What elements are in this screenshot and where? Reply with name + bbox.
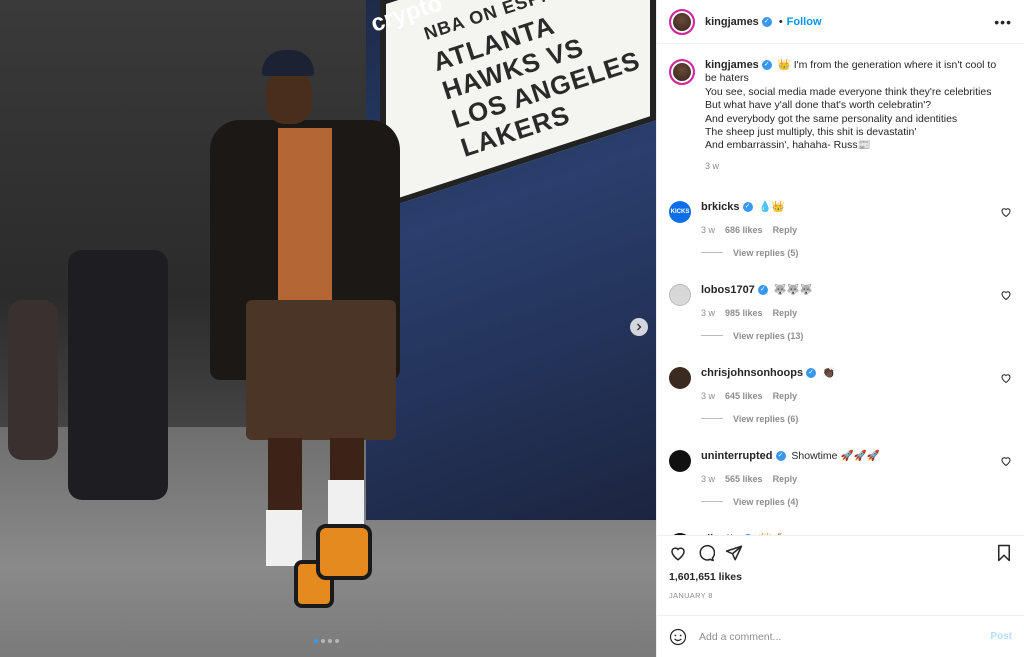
post-sidebar: kingjames ✓ • Follow ••• kingjames ✓ 👑 I'… xyxy=(656,0,1024,657)
carousel-dot xyxy=(328,639,332,643)
comment-username[interactable]: uninterrupted xyxy=(701,450,773,462)
comment-item: lobos1707 ✓ 🐺🐺🐺 3 w 985 likes Reply View repl… xyxy=(669,283,1012,341)
author-avatar[interactable] xyxy=(669,8,695,35)
post-actions: 1,601,651 likes JANUARY 8 xyxy=(657,535,1024,613)
replies-dash xyxy=(701,501,723,503)
person-shorts xyxy=(246,300,396,440)
comment-reply-button[interactable]: Reply xyxy=(773,308,798,318)
comment-likes[interactable]: 565 likes xyxy=(725,474,763,484)
person-cap xyxy=(262,50,314,76)
comment-username[interactable]: brkicks xyxy=(701,201,740,213)
view-replies-button[interactable]: View replies (6) xyxy=(701,414,991,424)
likes-count[interactable]: 1,601,651 likes xyxy=(669,571,1012,583)
view-replies-button[interactable]: View replies (13) xyxy=(701,331,991,341)
comment-avatar[interactable] xyxy=(669,366,691,389)
caption-username[interactable]: kingjames xyxy=(705,59,759,71)
like-heart-icon[interactable] xyxy=(669,544,687,562)
carousel-dots xyxy=(314,639,339,643)
comment-like-heart-icon[interactable] xyxy=(1000,206,1012,218)
verified-badge-icon: ✓ xyxy=(757,285,768,296)
verified-badge-icon: ✓ xyxy=(775,451,786,462)
comment-username[interactable]: chrisjohnsonhoops xyxy=(701,367,803,379)
more-options-icon[interactable]: ••• xyxy=(994,14,1012,30)
comment-item: KICKS brkicks ✓ 💧👑 3 w 686 likes Reply View re… xyxy=(669,200,1012,258)
comment-reply-button[interactable]: Reply xyxy=(773,391,798,401)
post-date: JANUARY 8 xyxy=(669,591,713,600)
comment-time: 3 w xyxy=(701,473,716,484)
carousel-dot xyxy=(314,639,318,643)
view-replies-label: View replies (13) xyxy=(733,330,804,341)
comment-avatar[interactable] xyxy=(669,283,691,306)
verified-badge-icon: ✓ xyxy=(761,60,772,71)
view-replies-button[interactable]: View replies (5) xyxy=(701,248,991,258)
caption-text: kingjames ✓ 👑 I'm from the generation whe… xyxy=(705,59,1005,153)
comments-list[interactable]: kingjames ✓ 👑 I'm from the generation whe… xyxy=(657,45,1024,535)
carousel-dot xyxy=(321,639,325,643)
comment-time: 3 w xyxy=(701,307,716,318)
comment-likes[interactable]: 645 likes xyxy=(725,391,763,401)
caption-time: 3 w xyxy=(705,160,720,171)
comment-avatar[interactable] xyxy=(669,449,691,472)
bookmark-icon[interactable] xyxy=(996,544,1012,562)
comment-text: 👏🏿 xyxy=(821,366,836,379)
replies-dash xyxy=(701,335,723,337)
replies-dash xyxy=(701,252,723,254)
person-shoe xyxy=(316,524,372,580)
comment-username[interactable]: lobos1707 xyxy=(701,284,755,296)
follow-button[interactable]: Follow xyxy=(787,16,822,28)
action-icons xyxy=(669,544,1012,562)
comment-avatar-text: KICKS xyxy=(670,208,690,215)
caption-line: And embarrassin', hahaha- Russ📰 xyxy=(705,139,871,152)
author-username[interactable]: kingjames xyxy=(705,16,759,28)
comment-avatar[interactable]: KICKS xyxy=(669,200,691,223)
comment-like-heart-icon[interactable] xyxy=(1000,372,1012,384)
instagram-post: crypto NBA ON ESPN ATLANTA HAWKS VS LOS … xyxy=(0,0,1024,657)
view-replies-button[interactable]: View replies (4) xyxy=(701,497,991,507)
verified-badge-icon: ✓ xyxy=(761,16,772,27)
person-sock xyxy=(266,510,302,566)
image-main-person xyxy=(210,50,400,610)
comment-reply-button[interactable]: Reply xyxy=(773,225,798,235)
comment-likes[interactable]: 985 likes xyxy=(725,308,763,318)
view-replies-label: View replies (4) xyxy=(733,496,799,507)
verified-badge-icon: ✓ xyxy=(742,202,753,213)
emoji-smiley-icon[interactable] xyxy=(669,628,687,646)
post-image[interactable]: crypto NBA ON ESPN ATLANTA HAWKS VS LOS … xyxy=(0,0,656,657)
comment-text: 💧👑 xyxy=(758,200,785,213)
comment-bubble-icon[interactable] xyxy=(697,544,715,562)
caption-line: And everybody got the same personality a… xyxy=(705,112,958,125)
comment-input[interactable] xyxy=(699,630,979,643)
post-header: kingjames ✓ • Follow ••• xyxy=(657,0,1024,44)
view-replies-label: View replies (6) xyxy=(733,413,799,424)
carousel-dot xyxy=(335,639,339,643)
image-bg-person xyxy=(68,250,168,500)
comment-text: Showtime 🚀🚀🚀 xyxy=(791,449,880,462)
comment-item: chrisjohnsonhoops ✓ 👏🏿 3 w 645 likes Reply Vi… xyxy=(669,366,1012,424)
comment-item: uninterrupted ✓ Showtime 🚀🚀🚀 3 w 565 likes R… xyxy=(669,449,1012,507)
comment-likes[interactable]: 686 likes xyxy=(725,225,763,235)
view-replies-label: View replies (5) xyxy=(733,247,799,258)
carousel-next-button[interactable] xyxy=(630,318,648,336)
comment-like-heart-icon[interactable] xyxy=(1000,289,1012,301)
caption-line: The sheep just multiply, this shit is de… xyxy=(705,126,917,139)
post-caption: kingjames ✓ 👑 I'm from the generation whe… xyxy=(669,59,1012,171)
comment-reply-button[interactable]: Reply xyxy=(773,474,798,484)
post-comment-button[interactable]: Post xyxy=(990,631,1012,642)
replies-dash xyxy=(701,418,723,420)
verified-badge-icon: ✓ xyxy=(806,368,817,379)
caption-line: But what have y'all done that's worth ce… xyxy=(705,99,932,112)
comment-time: 3 w xyxy=(701,390,716,401)
comment-time: 3 w xyxy=(701,224,716,235)
share-paper-plane-icon[interactable] xyxy=(725,544,743,562)
person-shirt xyxy=(278,128,332,303)
image-bg-person xyxy=(8,300,58,460)
caption-line: You see, social media made everyone thin… xyxy=(705,85,992,98)
author-avatar[interactable] xyxy=(669,59,695,85)
comment-like-heart-icon[interactable] xyxy=(1000,455,1012,467)
separator-dot: • xyxy=(778,15,783,28)
comment-text: 🐺🐺🐺 xyxy=(773,283,813,296)
add-comment-bar: Post xyxy=(657,615,1024,657)
chevron-right-icon xyxy=(637,323,642,331)
person-head xyxy=(266,70,312,124)
